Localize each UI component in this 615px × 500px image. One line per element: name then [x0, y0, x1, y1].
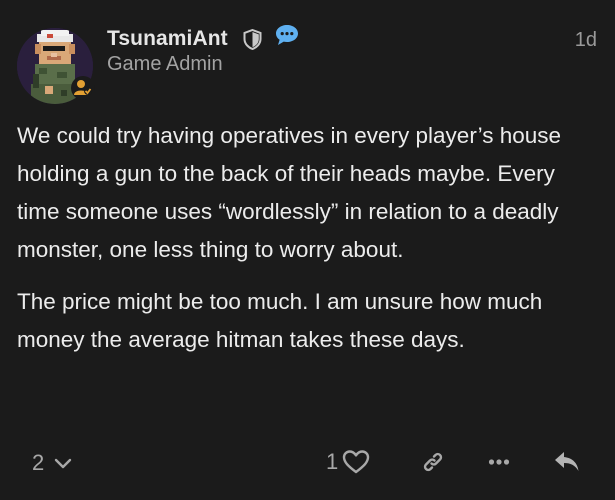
- speech-bubble-icon[interactable]: [275, 24, 299, 46]
- chevron-down-icon: [55, 458, 72, 469]
- post: TsunamiAnt Game Admin 1d We could try ha…: [0, 0, 615, 500]
- link-icon: [423, 452, 443, 472]
- show-replies-button[interactable]: 2: [32, 450, 74, 476]
- post-paragraph: The price might be too much. I am unsure…: [17, 289, 543, 352]
- post-paragraph: We could try having operatives in every …: [17, 123, 562, 262]
- share-link-button[interactable]: [421, 450, 445, 474]
- user-title: Game Admin: [107, 53, 223, 75]
- post-date[interactable]: 1d: [575, 29, 597, 52]
- username[interactable]: TsunamiAnt: [107, 27, 228, 51]
- reply-button[interactable]: [553, 449, 581, 475]
- replies-count: 2: [32, 450, 45, 475]
- more-actions-button[interactable]: [488, 452, 510, 472]
- avatar[interactable]: [17, 28, 95, 104]
- reply-arrow-icon: [555, 452, 579, 471]
- more-dots-icon: [488, 459, 510, 465]
- shield-icon: [243, 29, 262, 50]
- heart-icon: [343, 450, 370, 474]
- likes-count: 1: [326, 449, 339, 474]
- post-actions: 2 1: [0, 440, 615, 490]
- post-body: We could try having operatives in every …: [17, 117, 602, 373]
- like-button[interactable]: 1: [326, 449, 370, 475]
- user-badge-icon: [71, 76, 95, 100]
